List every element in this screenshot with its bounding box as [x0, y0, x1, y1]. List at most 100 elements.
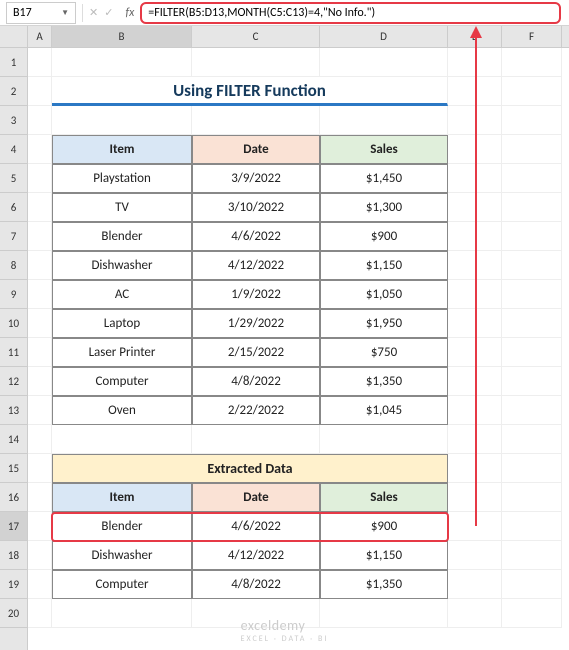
cell-sales[interactable]: $1,150 — [320, 251, 448, 280]
fx-icon[interactable]: fx — [121, 6, 138, 20]
row-header-14[interactable]: 14 — [0, 425, 27, 454]
cell-f1[interactable] — [502, 48, 562, 77]
header-item[interactable]: Item — [52, 135, 192, 164]
page-title[interactable]: Using FILTER Function — [52, 77, 448, 106]
cell-a10[interactable] — [28, 309, 52, 338]
formula-input[interactable]: =FILTER(B5:D13,MONTH(C5:C13)=4,"No Info.… — [140, 2, 561, 24]
header-date-2[interactable]: Date — [192, 483, 320, 512]
row-header-10[interactable]: 10 — [0, 309, 27, 338]
col-header-a[interactable]: A — [28, 26, 52, 47]
cell-item[interactable]: Playstation — [52, 164, 192, 193]
cancel-icon[interactable]: ✕ — [89, 6, 98, 19]
row-header-12[interactable]: 12 — [0, 367, 27, 396]
row-header-11[interactable]: 11 — [0, 338, 27, 367]
cell-date[interactable]: 2/15/2022 — [192, 338, 320, 367]
header-item-2[interactable]: Item — [52, 483, 192, 512]
cell-c20[interactable] — [192, 599, 320, 628]
cell-f5[interactable] — [502, 164, 562, 193]
header-sales-2[interactable]: Sales — [320, 483, 448, 512]
cell-b14[interactable] — [52, 425, 192, 454]
cell-a14[interactable] — [28, 425, 52, 454]
cell-a13[interactable] — [28, 396, 52, 425]
cell-a4[interactable] — [28, 135, 52, 164]
row-header-15[interactable]: 15 — [0, 454, 27, 483]
cell-d20[interactable] — [320, 599, 448, 628]
cell-f11[interactable] — [502, 338, 562, 367]
cell-sales[interactable]: $1,350 — [320, 570, 448, 599]
col-header-b[interactable]: B — [52, 26, 192, 47]
header-sales[interactable]: Sales — [320, 135, 448, 164]
cell-f7[interactable] — [502, 222, 562, 251]
cell-f14[interactable] — [502, 425, 562, 454]
cell-item[interactable]: Computer — [52, 570, 192, 599]
cell-a6[interactable] — [28, 193, 52, 222]
cell-a1[interactable] — [28, 48, 52, 77]
cell-b3[interactable] — [52, 106, 192, 135]
row-header-19[interactable]: 19 — [0, 570, 27, 599]
cell-a17[interactable] — [28, 512, 52, 541]
cell-date[interactable]: 1/29/2022 — [192, 309, 320, 338]
cell-a12[interactable] — [28, 367, 52, 396]
cell-d14[interactable] — [320, 425, 448, 454]
cell-f16[interactable] — [502, 483, 562, 512]
cell-e20[interactable] — [448, 599, 502, 628]
cell-f17[interactable] — [502, 512, 562, 541]
cell-f10[interactable] — [502, 309, 562, 338]
cell-item[interactable]: AC — [52, 280, 192, 309]
cell-sales[interactable]: $1,450 — [320, 164, 448, 193]
row-header-3[interactable]: 3 — [0, 106, 27, 135]
cell-a18[interactable] — [28, 541, 52, 570]
cell-f9[interactable] — [502, 280, 562, 309]
cell-f15[interactable] — [502, 454, 562, 483]
cell-e19[interactable] — [448, 570, 502, 599]
cell-sales[interactable]: $900 — [320, 512, 448, 541]
cell-date[interactable]: 3/10/2022 — [192, 193, 320, 222]
header-date[interactable]: Date — [192, 135, 320, 164]
cell-f12[interactable] — [502, 367, 562, 396]
cell-sales[interactable]: $1,300 — [320, 193, 448, 222]
col-header-f[interactable]: F — [502, 26, 562, 47]
row-header-2[interactable]: 2 — [0, 77, 27, 106]
cell-item[interactable]: Oven — [52, 396, 192, 425]
row-header-5[interactable]: 5 — [0, 164, 27, 193]
row-header-6[interactable]: 6 — [0, 193, 27, 222]
cell-a19[interactable] — [28, 570, 52, 599]
cell-sales[interactable]: $1,045 — [320, 396, 448, 425]
cell-sales[interactable]: $900 — [320, 222, 448, 251]
cell-c14[interactable] — [192, 425, 320, 454]
cell-a20[interactable] — [28, 599, 52, 628]
cell-item[interactable]: Computer — [52, 367, 192, 396]
extracted-title[interactable]: Extracted Data — [52, 454, 448, 483]
row-header-13[interactable]: 13 — [0, 396, 27, 425]
cell-sales[interactable]: $1,350 — [320, 367, 448, 396]
cell-date[interactable]: 4/6/2022 — [192, 222, 320, 251]
cell-date[interactable]: 4/12/2022 — [192, 541, 320, 570]
cell-f2[interactable] — [502, 77, 562, 106]
cell-sales[interactable]: $1,950 — [320, 309, 448, 338]
cell-f19[interactable] — [502, 570, 562, 599]
cell-item[interactable]: TV — [52, 193, 192, 222]
cell-f13[interactable] — [502, 396, 562, 425]
cell-a9[interactable] — [28, 280, 52, 309]
cell-item[interactable]: Blender — [52, 222, 192, 251]
cell-item[interactable]: Laser Printer — [52, 338, 192, 367]
row-header-1[interactable]: 1 — [0, 48, 27, 77]
row-header-4[interactable]: 4 — [0, 135, 27, 164]
cell-f8[interactable] — [502, 251, 562, 280]
row-header-17[interactable]: 17 — [0, 512, 27, 541]
cell-a7[interactable] — [28, 222, 52, 251]
cell-f6[interactable] — [502, 193, 562, 222]
col-header-c[interactable]: C — [192, 26, 320, 47]
cell-a2[interactable] — [28, 77, 52, 106]
cell-f3[interactable] — [502, 106, 562, 135]
cell-item[interactable]: Laptop — [52, 309, 192, 338]
cell-item[interactable]: Dishwasher — [52, 251, 192, 280]
cell-f18[interactable] — [502, 541, 562, 570]
name-box[interactable]: B17 ▼ — [6, 2, 76, 24]
col-header-d[interactable]: D — [320, 26, 448, 47]
row-header-18[interactable]: 18 — [0, 541, 27, 570]
cell-sales[interactable]: $1,050 — [320, 280, 448, 309]
cell-a3[interactable] — [28, 106, 52, 135]
cell-b1[interactable] — [52, 48, 192, 77]
cell-item[interactable]: Dishwasher — [52, 541, 192, 570]
